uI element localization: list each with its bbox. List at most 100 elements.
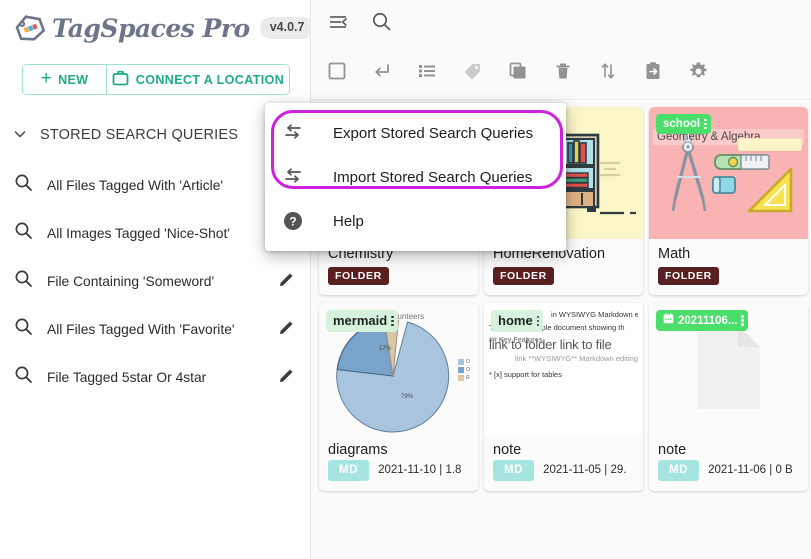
stored-query-label: All Files Tagged With 'Article'	[47, 177, 224, 193]
edit-query-icon[interactable]	[278, 270, 296, 293]
card-tag-school[interactable]: school	[656, 114, 711, 135]
connect-location-label: CONNECT A LOCATION	[135, 72, 285, 87]
settings-icon[interactable]	[688, 61, 709, 87]
empty-document-icon	[694, 323, 764, 416]
import-export-icon	[281, 122, 305, 144]
tag-icon[interactable]	[462, 61, 483, 87]
card-thumbnail: 20211106...	[649, 303, 808, 435]
stored-query-label: All Files Tagged With 'Favorite'	[47, 321, 235, 337]
main-area: Chemistry FOLDER HomeRenovation FOLDER G…	[311, 0, 811, 559]
back-arrow-icon[interactable]	[372, 61, 392, 86]
card-meta: 2021-11-05 | 29.	[543, 464, 627, 477]
plus-icon: +	[40, 68, 53, 89]
new-button-label: NEW	[58, 72, 89, 87]
help-icon: ?	[281, 210, 305, 232]
tag-menu-icon[interactable]	[536, 315, 540, 327]
new-button[interactable]: + NEW	[23, 65, 107, 94]
legend-entry: R	[458, 375, 470, 381]
menu-item-label: Import Stored Search Queries	[333, 168, 533, 186]
app-window: TagSpaces Pro v4.0.7 + NEW CONNECT A LOC…	[0, 0, 811, 559]
menu-item-label: Help	[333, 212, 364, 230]
card-badges: MD 2021-11-05 | 29.	[493, 459, 627, 481]
tag-menu-icon[interactable]	[741, 315, 744, 326]
stored-query-label: File Tagged 5star Or 4star	[47, 369, 207, 385]
copy-icon[interactable]	[508, 61, 528, 86]
card-title: diagrams	[328, 442, 388, 458]
stored-search-queries-header[interactable]: STORED SEARCH QUERIES	[0, 121, 310, 149]
card-badges: MD 2021-11-06 | 0 B	[658, 459, 793, 481]
top-bar	[311, 0, 811, 48]
search-icon	[14, 173, 33, 197]
search-icon[interactable]	[371, 11, 392, 37]
card-meta: 2021-11-10 | 1.8	[378, 464, 462, 477]
card-title: Math	[658, 246, 691, 262]
legend-swatch	[458, 375, 465, 381]
tagspaces-logo-icon	[12, 10, 48, 46]
card-tag-label: mermaid	[333, 313, 388, 328]
card-body: diagrams MD 2021-11-10 | 1.8	[319, 435, 478, 491]
card-thumbnail: y volunteers 17% 79% D O R mermaid	[319, 303, 478, 435]
file-toolbar	[311, 48, 811, 100]
connect-location-button[interactable]: CONNECT A LOCATION	[107, 65, 289, 94]
card-title: note	[658, 442, 687, 458]
select-all-icon[interactable]	[327, 61, 347, 86]
card-body: note MD 2021-11-05 | 29.	[484, 435, 643, 491]
card-tag-mermaid[interactable]: mermaid	[326, 310, 398, 333]
preview-line: * [x] support for tables	[489, 370, 562, 379]
edit-query-icon[interactable]	[278, 366, 296, 389]
card-thumbnail: Geometry & Algebra school	[649, 107, 808, 239]
card-thumbnail: in WYSIWYG Markdown e This is an example…	[484, 303, 643, 435]
section-title: STORED SEARCH QUERIES	[40, 127, 239, 143]
preview-line: link **WYSIWYG** Markdown editing (c	[515, 354, 638, 363]
stored-query-label: All Images Tagged 'Nice-Shot'	[47, 225, 230, 241]
chart-legend: D O R	[458, 359, 470, 381]
stored-query-item[interactable]: All Files Tagged With 'Favorite'	[0, 305, 310, 353]
stored-search-queries-list: All Files Tagged With 'Article' All Imag…	[0, 161, 310, 401]
card-tag-label: 20211106...	[678, 314, 738, 327]
folder-badge: FOLDER	[493, 266, 554, 285]
stored-query-item[interactable]: File Tagged 5star Or 4star	[0, 353, 310, 401]
sort-icon[interactable]	[598, 61, 618, 86]
edit-query-icon[interactable]	[278, 318, 296, 341]
grid-card[interactable]: in WYSIWYG Markdown e This is an example…	[484, 303, 643, 491]
list-view-icon[interactable]	[417, 61, 437, 86]
card-tag-home[interactable]: home	[491, 310, 544, 333]
legend-label: R	[466, 375, 470, 381]
grid-card[interactable]: Geometry & Algebra school Math FOLDER	[649, 107, 808, 295]
preview-line: in WYSIWYG Markdown e	[551, 310, 638, 319]
briefcase-icon	[112, 70, 129, 89]
filetype-badge: MD	[328, 459, 370, 481]
menu-item-export-stored-search-queries[interactable]: Export Stored Search Queries	[265, 111, 566, 155]
grid-card[interactable]: 20211106... note MD 2021-11-06 | 0 B	[649, 303, 808, 491]
stored-query-item[interactable]: All Files Tagged With 'Article'	[0, 161, 310, 209]
tag-menu-icon[interactable]	[391, 315, 394, 327]
menu-item-help[interactable]: ? Help	[265, 199, 566, 243]
card-tag-date[interactable]: 20211106...	[656, 310, 748, 332]
legend-label: O	[466, 367, 470, 373]
svg-text:17%: 17%	[379, 346, 392, 352]
search-icon	[14, 269, 33, 293]
sidebar-actions: + NEW CONNECT A LOCATION	[22, 64, 290, 95]
delete-icon[interactable]	[553, 61, 573, 86]
tag-menu-icon[interactable]	[704, 118, 707, 130]
legend-entry: D	[458, 359, 470, 365]
card-badges: FOLDER	[493, 266, 554, 285]
menu-item-label: Export Stored Search Queries	[333, 124, 534, 142]
legend-swatch	[458, 359, 465, 365]
search-icon	[14, 221, 33, 245]
menu-item-import-stored-search-queries[interactable]: Import Stored Search Queries	[265, 155, 566, 199]
stored-query-item[interactable]: File Containing 'Someword'	[0, 257, 310, 305]
card-body: Math FOLDER	[649, 239, 808, 295]
brand-row: TagSpaces Pro v4.0.7	[0, 0, 315, 48]
move-to-icon[interactable]	[643, 61, 663, 86]
grid-card[interactable]: y volunteers 17% 79% D O R mermaid diagr…	[319, 303, 478, 491]
card-body: note MD 2021-11-06 | 0 B	[649, 435, 808, 491]
search-icon	[14, 365, 33, 389]
stored-query-item[interactable]: All Images Tagged 'Nice-Shot'	[0, 209, 310, 257]
version-badge: v4.0.7	[259, 17, 315, 39]
legend-label: D	[466, 359, 470, 365]
filetype-badge: MD	[493, 459, 535, 481]
import-export-icon	[281, 166, 305, 188]
card-badges: MD 2021-11-10 | 1.8	[328, 459, 462, 481]
menu-collapse-icon[interactable]	[327, 11, 349, 38]
